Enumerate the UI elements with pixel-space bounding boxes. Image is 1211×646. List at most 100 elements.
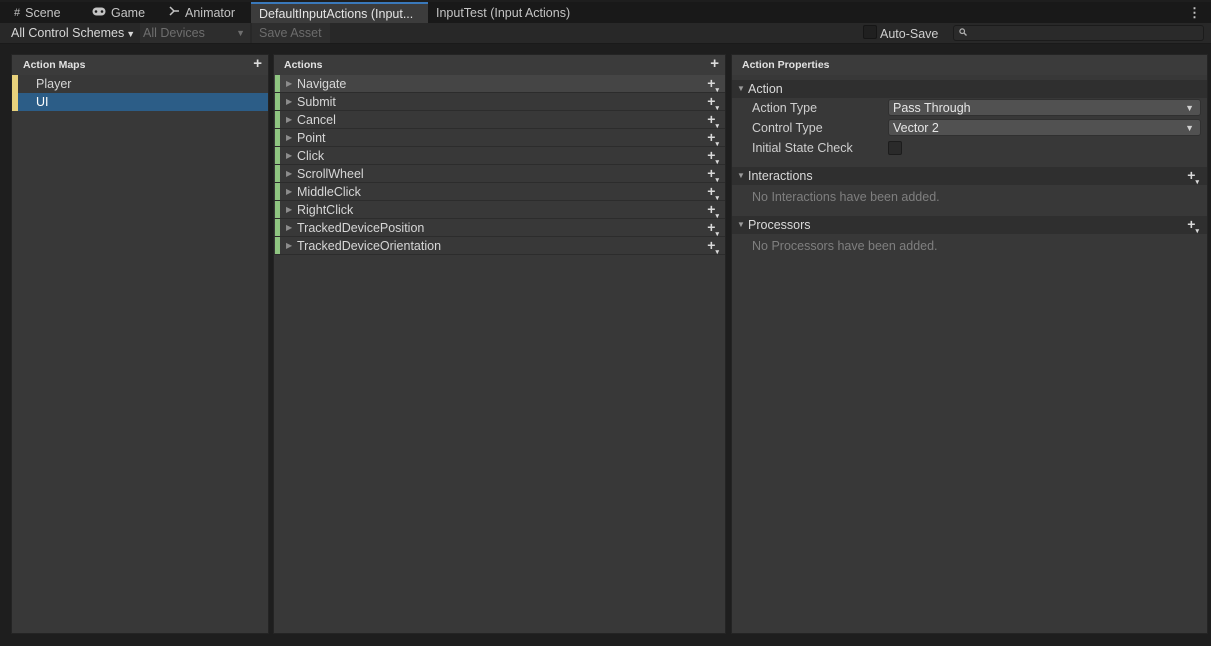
actions-list: ▶ Navigate +▾ ▶ Submit +▾ ▶ Cancel +▾ ▶ Point +▾ ▶ Cl… xyxy=(274,75,725,256)
action-color-stripe xyxy=(275,165,280,182)
action-row-point[interactable]: ▶ Point +▾ xyxy=(274,129,725,148)
tab-game[interactable]: Game xyxy=(84,2,161,23)
animator-icon xyxy=(169,6,180,19)
add-action-icon[interactable]: + xyxy=(710,54,719,74)
control-type-value: Vector 2 xyxy=(893,121,939,135)
foldout-down-icon: ▼ xyxy=(737,220,745,229)
action-label: RightClick xyxy=(297,203,354,217)
action-type-label: Action Type xyxy=(752,101,818,115)
action-row-submit[interactable]: ▶ Submit +▾ xyxy=(274,93,725,112)
action-maps-panel: Action Maps + Player UI xyxy=(11,54,269,634)
foldout-right-icon[interactable]: ▶ xyxy=(286,111,292,129)
foldout-right-icon[interactable]: ▶ xyxy=(286,183,292,201)
foldout-right-icon[interactable]: ▶ xyxy=(286,147,292,165)
processors-section-header[interactable]: ▼ Processors +▾ xyxy=(732,216,1207,235)
action-label: Submit xyxy=(297,95,336,109)
action-type-dropdown[interactable]: Pass Through ▼ xyxy=(888,99,1201,116)
auto-save-checkbox[interactable] xyxy=(863,25,877,39)
action-label: Navigate xyxy=(297,77,347,91)
control-type-row: Control Type Vector 2 ▼ xyxy=(732,118,1207,138)
action-type-row: Action Type Pass Through ▼ xyxy=(732,98,1207,118)
action-color-stripe xyxy=(275,75,280,92)
action-properties-title: Action Properties xyxy=(742,59,830,71)
processors-empty-message: No Processors have been added. xyxy=(752,239,938,253)
devices-dropdown[interactable]: All Devices ▼ xyxy=(140,23,250,43)
action-map-item-ui[interactable]: UI xyxy=(12,93,268,111)
action-section-header[interactable]: ▼ Action xyxy=(732,80,1207,98)
tab-label: Scene xyxy=(25,5,61,20)
caret-down-icon: ▼ xyxy=(126,29,136,39)
control-type-label: Control Type xyxy=(752,121,823,135)
tab-bar: # Scene Game Animator DefaultInputAction… xyxy=(0,2,1211,23)
action-color-stripe xyxy=(275,219,280,236)
search-icon xyxy=(959,26,967,41)
action-row-cancel[interactable]: ▶ Cancel +▾ xyxy=(274,111,725,130)
action-label: Cancel xyxy=(297,113,336,127)
tab-label: Animator xyxy=(185,5,236,20)
action-row-scrollwheel[interactable]: ▶ ScrollWheel +▾ xyxy=(274,165,725,184)
control-schemes-label: All Control Schemes xyxy=(11,26,125,40)
save-asset-button[interactable]: Save Asset xyxy=(252,23,330,43)
action-label: TrackedDevicePosition xyxy=(297,221,425,235)
interactions-empty-message: No Interactions have been added. xyxy=(752,190,940,204)
action-color-stripe xyxy=(275,147,280,164)
tab-animator[interactable]: Animator xyxy=(161,2,251,23)
action-row-middleclick[interactable]: ▶ MiddleClick +▾ xyxy=(274,183,725,202)
foldout-right-icon[interactable]: ▶ xyxy=(286,75,292,93)
caret-down-icon: ▼ xyxy=(236,28,245,38)
action-row-click[interactable]: ▶ Click +▾ xyxy=(274,147,725,166)
initial-state-check-label: Initial State Check xyxy=(752,141,853,155)
action-color-stripe xyxy=(275,111,280,128)
add-processor-icon[interactable]: +▾ xyxy=(1187,215,1199,241)
tab-input-test[interactable]: InputTest (Input Actions) xyxy=(428,2,574,23)
section-label: Interactions xyxy=(748,169,813,183)
foldout-right-icon[interactable]: ▶ xyxy=(286,93,292,111)
action-properties-panel: Action Properties ▼ Action Action Type P… xyxy=(731,54,1208,634)
auto-save-label: Auto-Save xyxy=(880,27,939,41)
control-schemes-dropdown[interactable]: All Control Schemes ▼ xyxy=(11,23,135,43)
action-row-navigate[interactable]: ▶ Navigate +▾ xyxy=(274,75,725,94)
search-input[interactable] xyxy=(953,25,1204,41)
foldout-down-icon: ▼ xyxy=(737,171,745,180)
action-maps-title: Action Maps xyxy=(23,59,86,71)
foldout-right-icon[interactable]: ▶ xyxy=(286,165,292,183)
section-label: Processors xyxy=(748,218,811,232)
action-map-color-stripe xyxy=(12,93,18,111)
add-binding-icon[interactable]: +▾ xyxy=(707,236,719,262)
tab-label: Game xyxy=(111,5,146,20)
action-row-trackeddeviceorientation[interactable]: ▶ TrackedDeviceOrientation +▾ xyxy=(274,237,725,256)
save-asset-label: Save Asset xyxy=(259,26,322,40)
tab-default-input-actions[interactable]: DefaultInputActions (Input... xyxy=(251,2,428,23)
actions-panel: Actions + ▶ Navigate +▾ ▶ Submit +▾ ▶ Cancel +▾ ▶… xyxy=(273,54,726,634)
foldout-right-icon[interactable]: ▶ xyxy=(286,201,292,219)
foldout-right-icon[interactable]: ▶ xyxy=(286,129,292,147)
tab-label: DefaultInputActions (Input... xyxy=(259,6,414,21)
kebab-menu-icon[interactable]: ⋮ xyxy=(1188,2,1201,23)
initial-state-check-checkbox[interactable] xyxy=(888,141,902,155)
tab-label: InputTest (Input Actions) xyxy=(436,5,571,20)
foldout-right-icon[interactable]: ▶ xyxy=(286,237,292,255)
action-color-stripe xyxy=(275,93,280,110)
interactions-section-header[interactable]: ▼ Interactions +▾ xyxy=(732,167,1207,186)
action-label: MiddleClick xyxy=(297,185,361,199)
add-action-map-icon[interactable]: + xyxy=(253,54,262,74)
grid-icon: # xyxy=(14,6,21,19)
input-actions-editor-window: # Scene Game Animator DefaultInputAction… xyxy=(0,0,1211,646)
action-color-stripe xyxy=(275,201,280,218)
action-label: Point xyxy=(297,131,326,145)
tab-scene[interactable]: # Scene xyxy=(0,2,84,23)
action-color-stripe xyxy=(275,183,280,200)
action-label: ScrollWheel xyxy=(297,167,364,181)
control-type-dropdown[interactable]: Vector 2 ▼ xyxy=(888,119,1201,136)
action-row-trackeddeviceposition[interactable]: ▶ TrackedDevicePosition +▾ xyxy=(274,219,725,238)
foldout-right-icon[interactable]: ▶ xyxy=(286,219,292,237)
initial-state-check-row: Initial State Check xyxy=(732,138,1207,158)
action-type-value: Pass Through xyxy=(893,101,971,115)
gamepad-icon xyxy=(92,7,106,19)
action-row-rightclick[interactable]: ▶ RightClick +▾ xyxy=(274,201,725,220)
caret-down-icon: ▼ xyxy=(1185,123,1194,133)
add-interaction-icon[interactable]: +▾ xyxy=(1187,166,1199,192)
action-map-label: Player xyxy=(36,77,72,91)
actions-header: Actions + xyxy=(274,55,725,75)
action-map-item-player[interactable]: Player xyxy=(12,75,268,93)
